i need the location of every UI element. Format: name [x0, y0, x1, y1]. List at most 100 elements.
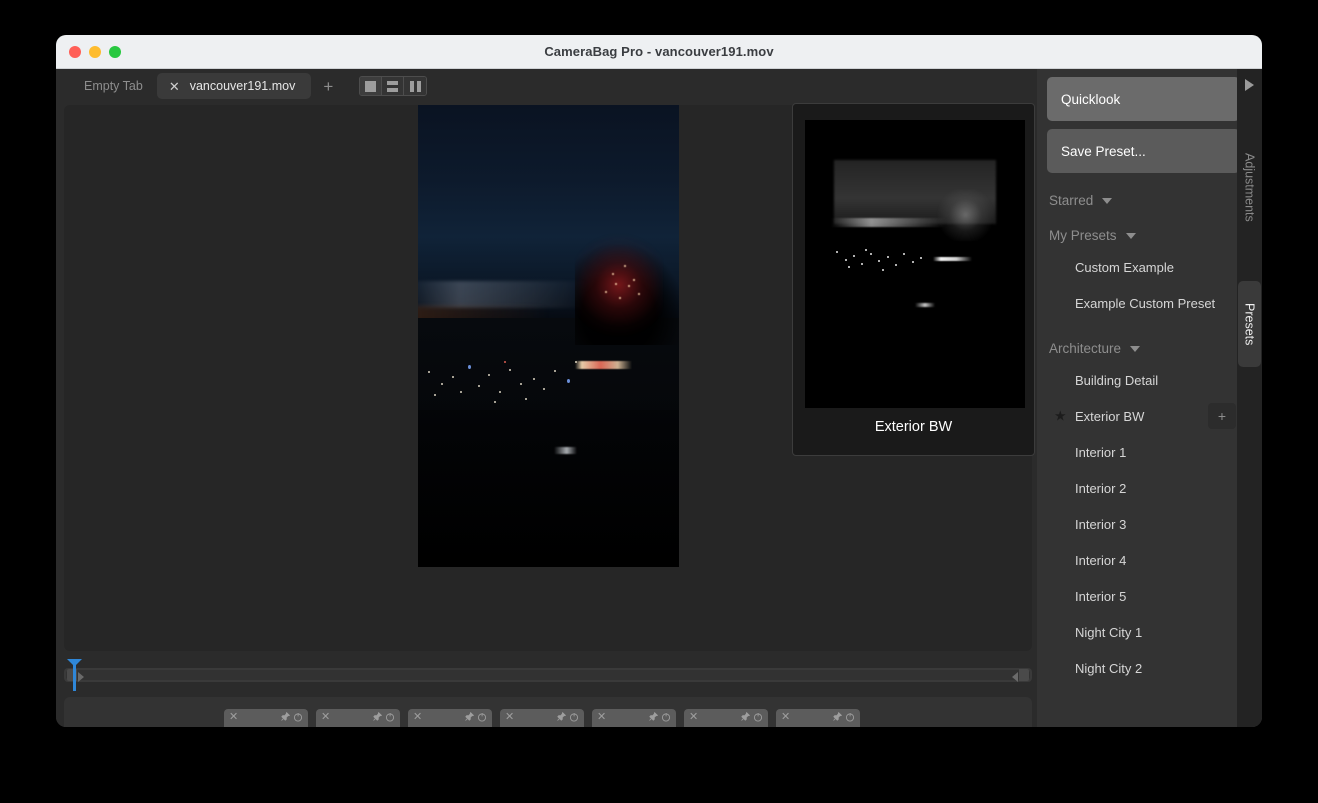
tab-label: Presets — [1242, 302, 1257, 346]
single-view-button[interactable] — [360, 77, 383, 95]
timeline-track[interactable] — [64, 668, 1032, 682]
expand-panel-icon[interactable] — [1245, 79, 1254, 91]
add-tab-button[interactable]: + — [311, 78, 345, 95]
application-window: CameraBag Pro - vancouver191.mov Empty T… — [56, 35, 1262, 727]
source-image-preview — [418, 105, 679, 567]
group-header-my-presets[interactable]: My Presets — [1049, 228, 1240, 243]
power-icon[interactable] — [569, 712, 579, 722]
filter-tile-temperature[interactable]: ✕ Temperature — [776, 709, 860, 727]
pin-icon[interactable] — [648, 712, 658, 722]
preset-item-exterior-bw[interactable]: ★ Exterior BW + — [1047, 398, 1240, 434]
boat-light — [553, 446, 578, 455]
tab-vancouver191[interactable]: ✕ vancouver191.mov — [156, 73, 312, 99]
tab-empty-tab[interactable]: Empty Tab — [70, 73, 157, 99]
star-icon[interactable]: ★ — [1054, 408, 1067, 425]
bw-light-strip — [932, 256, 973, 262]
save-preset-button[interactable]: Save Preset... — [1047, 129, 1240, 173]
close-window-button[interactable] — [69, 45, 81, 58]
pin-icon[interactable] — [832, 712, 842, 722]
chevron-down-icon[interactable] — [1130, 345, 1141, 352]
group-label: Architecture — [1049, 341, 1122, 356]
power-icon[interactable] — [753, 712, 763, 722]
group-header-starred[interactable]: Starred — [1049, 193, 1240, 208]
save-preset-label: Save Preset... — [1061, 143, 1146, 159]
presets-scroll-area[interactable]: Quicklook Save Preset... Starred My Pres… — [1037, 69, 1250, 727]
timeline-trim-end-handle[interactable] — [1019, 669, 1029, 681]
filter-tile-gamma-curve[interactable]: ✕ Gamma Curve — [224, 709, 308, 727]
preset-preview-panel[interactable]: Exterior BW — [792, 103, 1035, 456]
vertical-split-view-button[interactable] — [404, 77, 427, 95]
minimize-window-button[interactable] — [89, 45, 101, 58]
close-icon[interactable]: ✕ — [689, 712, 698, 723]
panel-tab-rail: Adjustments Presets — [1237, 69, 1262, 727]
timeline-start-arrow-icon — [78, 672, 84, 682]
pin-icon[interactable] — [740, 712, 750, 722]
single-pane-icon — [365, 80, 377, 92]
close-icon[interactable]: ✕ — [413, 712, 422, 723]
filter-tile-tone-curve[interactable]: ✕ Tone Curve — [500, 709, 584, 727]
horizontal-split-icon — [387, 80, 399, 92]
preset-preview-caption: Exterior BW — [874, 419, 953, 435]
preset-item-night-city-2[interactable]: Night City 2 — [1047, 650, 1240, 686]
filter-tile-hue-saturation[interactable]: ✕ Hue Saturation — [684, 709, 768, 727]
preset-item-interior-4[interactable]: Interior 4 — [1047, 542, 1240, 578]
close-icon[interactable]: ✕ — [229, 712, 238, 723]
horizontal-split-view-button[interactable] — [382, 77, 405, 95]
bw-cloud-band — [831, 217, 946, 227]
timeline-end-arrow-icon — [1012, 672, 1018, 682]
preset-label: Example Custom Preset — [1075, 295, 1216, 311]
filter-tile-hue-exposure[interactable]: ✕ Hue Exposure — [592, 709, 676, 727]
screen-root: CameraBag Pro - vancouver191.mov Empty T… — [0, 0, 1318, 803]
preset-label: Interior 2 — [1075, 480, 1127, 496]
preset-label: Interior 4 — [1075, 552, 1127, 568]
close-icon[interactable]: ✕ — [505, 712, 514, 723]
close-icon[interactable]: ✕ — [597, 712, 606, 723]
chevron-down-icon[interactable] — [1102, 197, 1113, 204]
power-icon[interactable] — [293, 712, 303, 722]
tab-presets[interactable]: Presets — [1238, 281, 1261, 367]
quicklook-button[interactable]: Quicklook — [1047, 77, 1240, 121]
preset-item-interior-2[interactable]: Interior 2 — [1047, 470, 1240, 506]
bw-city-lights — [831, 241, 998, 276]
bw-boat-light — [915, 302, 935, 307]
close-icon[interactable]: ✕ — [321, 712, 330, 723]
preset-item-building-detail[interactable]: Building Detail — [1047, 362, 1240, 398]
firework-burst — [574, 234, 664, 336]
maximize-window-button[interactable] — [109, 45, 121, 58]
tab-adjustments[interactable]: Adjustments — [1238, 133, 1261, 241]
add-preset-button[interactable]: + — [1208, 403, 1236, 429]
preset-item-interior-5[interactable]: Interior 5 — [1047, 578, 1240, 614]
preset-label: Interior 1 — [1075, 444, 1127, 460]
pin-icon[interactable] — [464, 712, 474, 722]
tab-label: Empty Tab — [84, 79, 143, 93]
power-icon[interactable] — [661, 712, 671, 722]
close-icon[interactable]: ✕ — [781, 712, 790, 723]
video-timeline[interactable] — [64, 659, 1032, 691]
preset-item-example-custom-preset[interactable]: Example Custom Preset — [1047, 285, 1240, 321]
pin-icon[interactable] — [372, 712, 382, 722]
power-icon[interactable] — [385, 712, 395, 722]
preset-item-night-city-1[interactable]: Night City 1 — [1047, 614, 1240, 650]
pin-icon[interactable] — [280, 712, 290, 722]
preset-item-interior-1[interactable]: Interior 1 — [1047, 434, 1240, 470]
group-label: Starred — [1049, 193, 1094, 208]
tab-bar: Empty Tab ✕ vancouver191.mov + — [56, 69, 1037, 103]
power-icon[interactable] — [845, 712, 855, 722]
preset-item-custom-example[interactable]: Custom Example — [1047, 249, 1240, 285]
preset-item-interior-3[interactable]: Interior 3 — [1047, 506, 1240, 542]
group-header-architecture[interactable]: Architecture — [1049, 341, 1240, 356]
power-icon[interactable] — [477, 712, 487, 722]
view-mode-group — [359, 76, 428, 96]
pin-icon[interactable] — [556, 712, 566, 722]
close-icon[interactable]: ✕ — [169, 80, 180, 93]
group-label: My Presets — [1049, 228, 1117, 243]
chevron-down-icon[interactable] — [1125, 232, 1136, 239]
filter-tile-grain[interactable]: ✕ Grain — [408, 709, 492, 727]
preset-label: Building Detail — [1075, 372, 1159, 388]
filter-tile-saturation[interactable]: ✕ Saturation — [316, 709, 400, 727]
filter-bar: ✕ Gamma Curve ✕ — [64, 697, 1032, 727]
tab-label: Adjustments — [1242, 152, 1257, 222]
window-body: Empty Tab ✕ vancouver191.mov + ✕ ✕ ✕ ✕ ✕… — [56, 69, 1262, 727]
traffic-light-buttons — [69, 45, 121, 58]
timeline-playhead[interactable] — [73, 659, 76, 691]
